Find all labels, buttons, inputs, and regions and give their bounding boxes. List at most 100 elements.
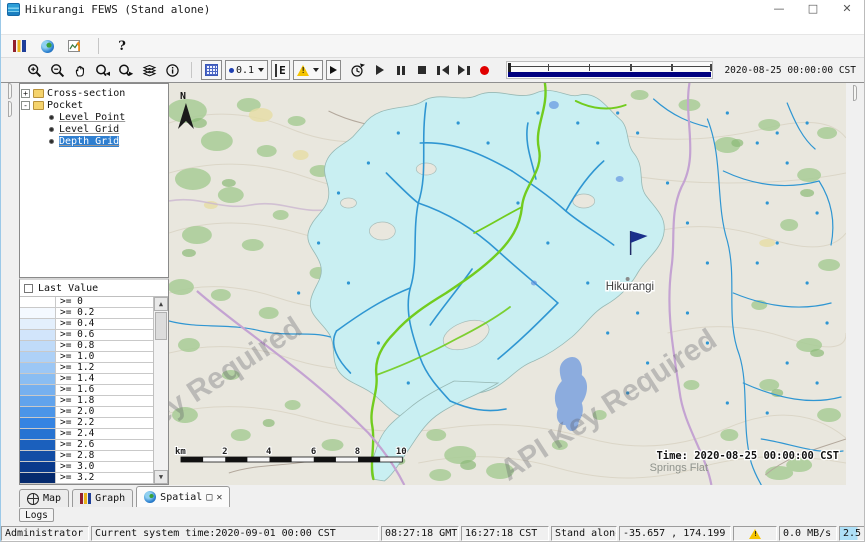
- frame-bar-icon: [467, 66, 470, 75]
- info-button[interactable]: [161, 60, 183, 81]
- spatial-toolbar: 0.1 E 2020-08-25 00:00:00 CST: [1, 58, 864, 83]
- legend-row: >= 3.2: [20, 473, 153, 484]
- logs-tab[interactable]: Logs: [19, 508, 54, 522]
- grid-display-button[interactable]: [201, 60, 222, 80]
- main-area: + Cross-section - Pocket Level Point Lev…: [1, 83, 864, 485]
- stop-button[interactable]: [412, 60, 432, 80]
- previous-icon: [442, 65, 449, 75]
- tree-node-label: Pocket: [47, 100, 83, 111]
- legend-scrollbar[interactable]: ▲ ▼: [153, 297, 168, 484]
- help-icon: ?: [118, 39, 126, 54]
- expander-icon[interactable]: [35, 113, 44, 122]
- status-cell: 0.0 MB/s: [779, 526, 837, 541]
- side-tab[interactable]: [8, 83, 12, 99]
- zoom-in-button[interactable]: [23, 60, 45, 81]
- legend-panel: Last Value >= 0 >= 0.2 >= 0.4: [19, 278, 169, 485]
- legend-color-swatch: [20, 319, 56, 329]
- next-frame-button[interactable]: [454, 60, 474, 80]
- menu-item[interactable]: [35, 18, 51, 34]
- menu-item[interactable]: [51, 18, 67, 34]
- threshold-value: 0.1: [236, 65, 254, 76]
- minimize-button[interactable]: —: [762, 0, 796, 18]
- tree-item[interactable]: - Pocket: [21, 99, 167, 111]
- menu-item[interactable]: [19, 18, 35, 34]
- bottom-tab[interactable]: Graph: [72, 489, 133, 507]
- zoom-out-icon: [50, 63, 65, 78]
- scroll-up-icon[interactable]: ▲: [154, 297, 168, 311]
- legend-color-swatch: [20, 440, 56, 450]
- time-tick: [548, 64, 550, 71]
- legend-value: >= 2.6: [56, 440, 94, 450]
- scroll-down-icon[interactable]: ▼: [154, 470, 168, 484]
- legend-value: >= 1.6: [56, 385, 94, 395]
- timeseries-button[interactable]: [63, 36, 87, 56]
- map-time-label: Time: 2020-08-25 00:00:00 CST: [657, 450, 840, 462]
- contour-threshold-dropdown[interactable]: 0.1: [225, 60, 268, 80]
- bottom-tab[interactable]: Spatial □ ✕: [136, 486, 230, 507]
- legend-color-swatch: [20, 462, 56, 472]
- time-span-bar: [508, 72, 712, 77]
- expander-icon[interactable]: +: [21, 89, 30, 98]
- status-text: 16:27:18 CST: [465, 528, 537, 539]
- bottom-tab[interactable]: Map: [19, 489, 69, 507]
- labels-button[interactable]: E: [271, 60, 290, 80]
- tree-item[interactable]: Level Point: [21, 111, 167, 123]
- tree-node-icon: [33, 89, 44, 98]
- status-text: -35.657 , 174.199: [623, 528, 725, 539]
- menu-item[interactable]: [3, 18, 19, 34]
- zoom-next-button[interactable]: [115, 60, 137, 81]
- scrollbar-thumb[interactable]: [155, 312, 167, 340]
- zoom-out-button[interactable]: [46, 60, 68, 81]
- right-tab-strip: [846, 83, 864, 485]
- animate-display-button[interactable]: [326, 60, 341, 80]
- map-display-button[interactable]: [35, 36, 59, 56]
- side-tab[interactable]: [853, 85, 857, 101]
- side-tab[interactable]: [8, 101, 12, 117]
- pan-hand-icon: [73, 63, 88, 78]
- legend-body: >= 0 >= 0.2 >= 0.4 >= 0.6 >= 0.8: [20, 296, 168, 484]
- app-logo-icon: [7, 3, 20, 16]
- map-view[interactable]: API Key Required API Key Required Hikura…: [169, 83, 846, 485]
- layers-button[interactable]: [138, 60, 160, 81]
- scrollbar-track[interactable]: [154, 341, 168, 470]
- tree-item[interactable]: Level Grid: [21, 123, 167, 135]
- maximize-icon[interactable]: □: [206, 492, 212, 503]
- globe-icon: [41, 40, 54, 53]
- record-button[interactable]: [475, 60, 495, 80]
- status-cell: Administrator: [1, 526, 89, 541]
- legend-value: >= 3.2: [56, 473, 94, 483]
- previous-frame-button[interactable]: [433, 60, 453, 80]
- last-value-checkbox[interactable]: [24, 284, 33, 293]
- legend-color-swatch: [20, 418, 56, 428]
- pause-button[interactable]: [391, 60, 411, 80]
- time-slider[interactable]: [506, 61, 714, 79]
- legend-value: >= 1.8: [56, 396, 94, 406]
- pan-button[interactable]: [69, 60, 91, 81]
- close-icon[interactable]: ✕: [216, 492, 222, 503]
- legend-value: >= 1.4: [56, 374, 94, 384]
- maximize-button[interactable]: □: [796, 0, 830, 18]
- tree-item[interactable]: + Cross-section: [21, 87, 167, 99]
- play-button[interactable]: [370, 60, 390, 80]
- time-slider-thumb[interactable]: [508, 63, 511, 72]
- info-icon: [165, 63, 180, 78]
- time-navigator-button[interactable]: [347, 60, 369, 81]
- next-icon: [458, 65, 465, 75]
- expander-icon[interactable]: [35, 125, 44, 134]
- zoom-previous-button[interactable]: [92, 60, 114, 81]
- database-display-button[interactable]: [7, 36, 31, 56]
- layer-tree: + Cross-section - Pocket Level Point Lev…: [19, 83, 169, 278]
- legend-header: Last Value: [20, 280, 168, 296]
- thresholds-dropdown[interactable]: [293, 60, 323, 80]
- tab-icon: [144, 491, 156, 503]
- help-button[interactable]: ?: [110, 36, 134, 56]
- close-button[interactable]: ✕: [830, 0, 864, 18]
- play-box-icon: [330, 66, 337, 74]
- status-cell: 08:27:18 GMT: [381, 526, 459, 541]
- expander-icon[interactable]: -: [21, 101, 30, 110]
- time-tick: [630, 64, 632, 71]
- menu-bar: [1, 18, 864, 35]
- warning-icon: [297, 65, 309, 76]
- tree-item[interactable]: Depth Grid: [21, 135, 167, 147]
- expander-icon[interactable]: [35, 137, 44, 146]
